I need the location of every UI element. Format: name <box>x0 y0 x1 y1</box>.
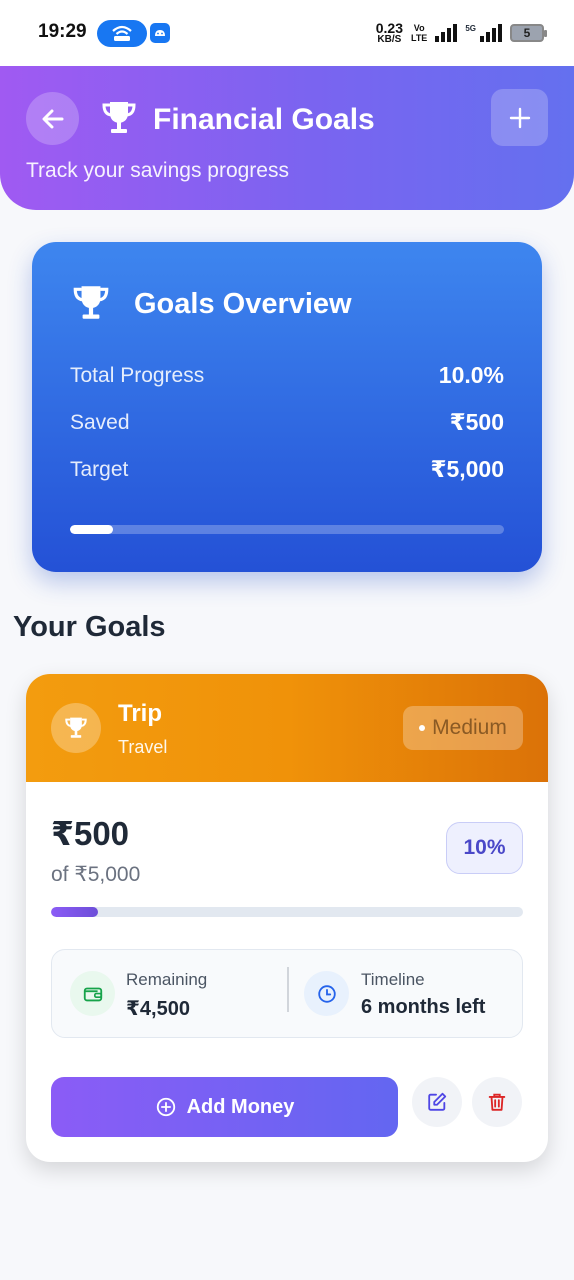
back-button[interactable] <box>26 92 79 145</box>
overview-label: Saved <box>70 410 130 434</box>
timeline-label: Timeline <box>361 970 425 989</box>
section-title: Your Goals <box>13 611 166 643</box>
goal-saved-amount: ₹500 <box>51 815 130 852</box>
goal-card-header: Trip Travel Medium <box>26 674 548 782</box>
overview-value: 10.0% <box>438 362 504 388</box>
goal-category: Travel <box>118 737 168 757</box>
overview-label: Target <box>70 457 129 481</box>
goal-progress-bar <box>51 907 523 917</box>
plus-icon <box>509 107 530 128</box>
overview-label: Total Progress <box>70 363 205 387</box>
status-time: 19:29 <box>38 21 87 42</box>
info-divider <box>287 967 289 1012</box>
remaining-label: Remaining <box>126 970 208 989</box>
add-money-label: Add Money <box>186 1095 295 1118</box>
goal-card: Trip Travel Medium ₹500 of ₹5,000 10% Re… <box>26 674 548 1162</box>
app-header: Financial Goals Track your savings progr… <box>0 66 574 210</box>
overview-row-target: Target ₹5,000 <box>70 456 504 483</box>
overview-progress-fill <box>70 525 114 534</box>
overview-progress-bar <box>70 525 504 534</box>
add-money-button[interactable]: Add Money <box>51 1077 398 1137</box>
android-icon <box>150 23 170 43</box>
arrow-left-icon <box>42 109 63 128</box>
trophy-icon <box>99 98 139 143</box>
network-speed: 0.23 KB/S <box>375 19 403 45</box>
priority-badge: Medium <box>403 706 523 750</box>
goals-overview-card: Goals Overview Total Progress 10.0% Save… <box>32 242 542 572</box>
overview-value: ₹5,000 <box>430 456 504 482</box>
add-goal-button[interactable] <box>491 89 548 146</box>
remaining-value: ₹4,500 <box>126 998 190 1020</box>
overview-row-saved: Saved ₹500 <box>70 409 504 436</box>
signal-5g-icon: 5G <box>465 24 502 42</box>
priority-label: Medium <box>432 716 507 739</box>
goal-name: Trip <box>118 700 163 727</box>
wallet-icon <box>70 971 115 1016</box>
overview-title: Goals Overview <box>134 288 352 320</box>
overview-value: ₹500 <box>449 409 504 435</box>
status-bar: 19:29 0.23 KB/S Vo LTE 5G 5 <box>0 0 574 66</box>
signal-icon <box>435 24 458 42</box>
page-title: Financial Goals <box>153 103 375 136</box>
volte-indicator: Vo LTE <box>410 23 428 43</box>
edit-goal-button[interactable] <box>412 1077 462 1127</box>
goal-progress-fill <box>51 907 99 917</box>
trophy-icon <box>51 703 101 753</box>
battery-icon: 5 <box>510 24 547 42</box>
goal-percent-badge: 10% <box>446 822 523 874</box>
page-subtitle: Track your savings progress <box>26 159 289 182</box>
plus-circle-icon <box>156 1097 175 1117</box>
dot-icon <box>419 725 426 731</box>
clock-icon <box>304 971 349 1016</box>
delete-goal-button[interactable] <box>472 1077 522 1127</box>
trash-icon <box>488 1093 506 1111</box>
edit-icon <box>428 1092 447 1111</box>
hotspot-icon <box>112 25 132 41</box>
goal-target-amount: of ₹5,000 <box>51 863 141 886</box>
timeline-value: 6 months left <box>361 996 486 1018</box>
hotspot-indicator <box>97 20 147 47</box>
overview-row-total-progress: Total Progress 10.0% <box>70 362 504 389</box>
goal-info-box: Remaining ₹4,500 Timeline 6 months left <box>51 949 523 1038</box>
trophy-icon <box>70 282 112 329</box>
status-indicators: 0.23 KB/S Vo LTE 5G 5 <box>375 19 547 46</box>
